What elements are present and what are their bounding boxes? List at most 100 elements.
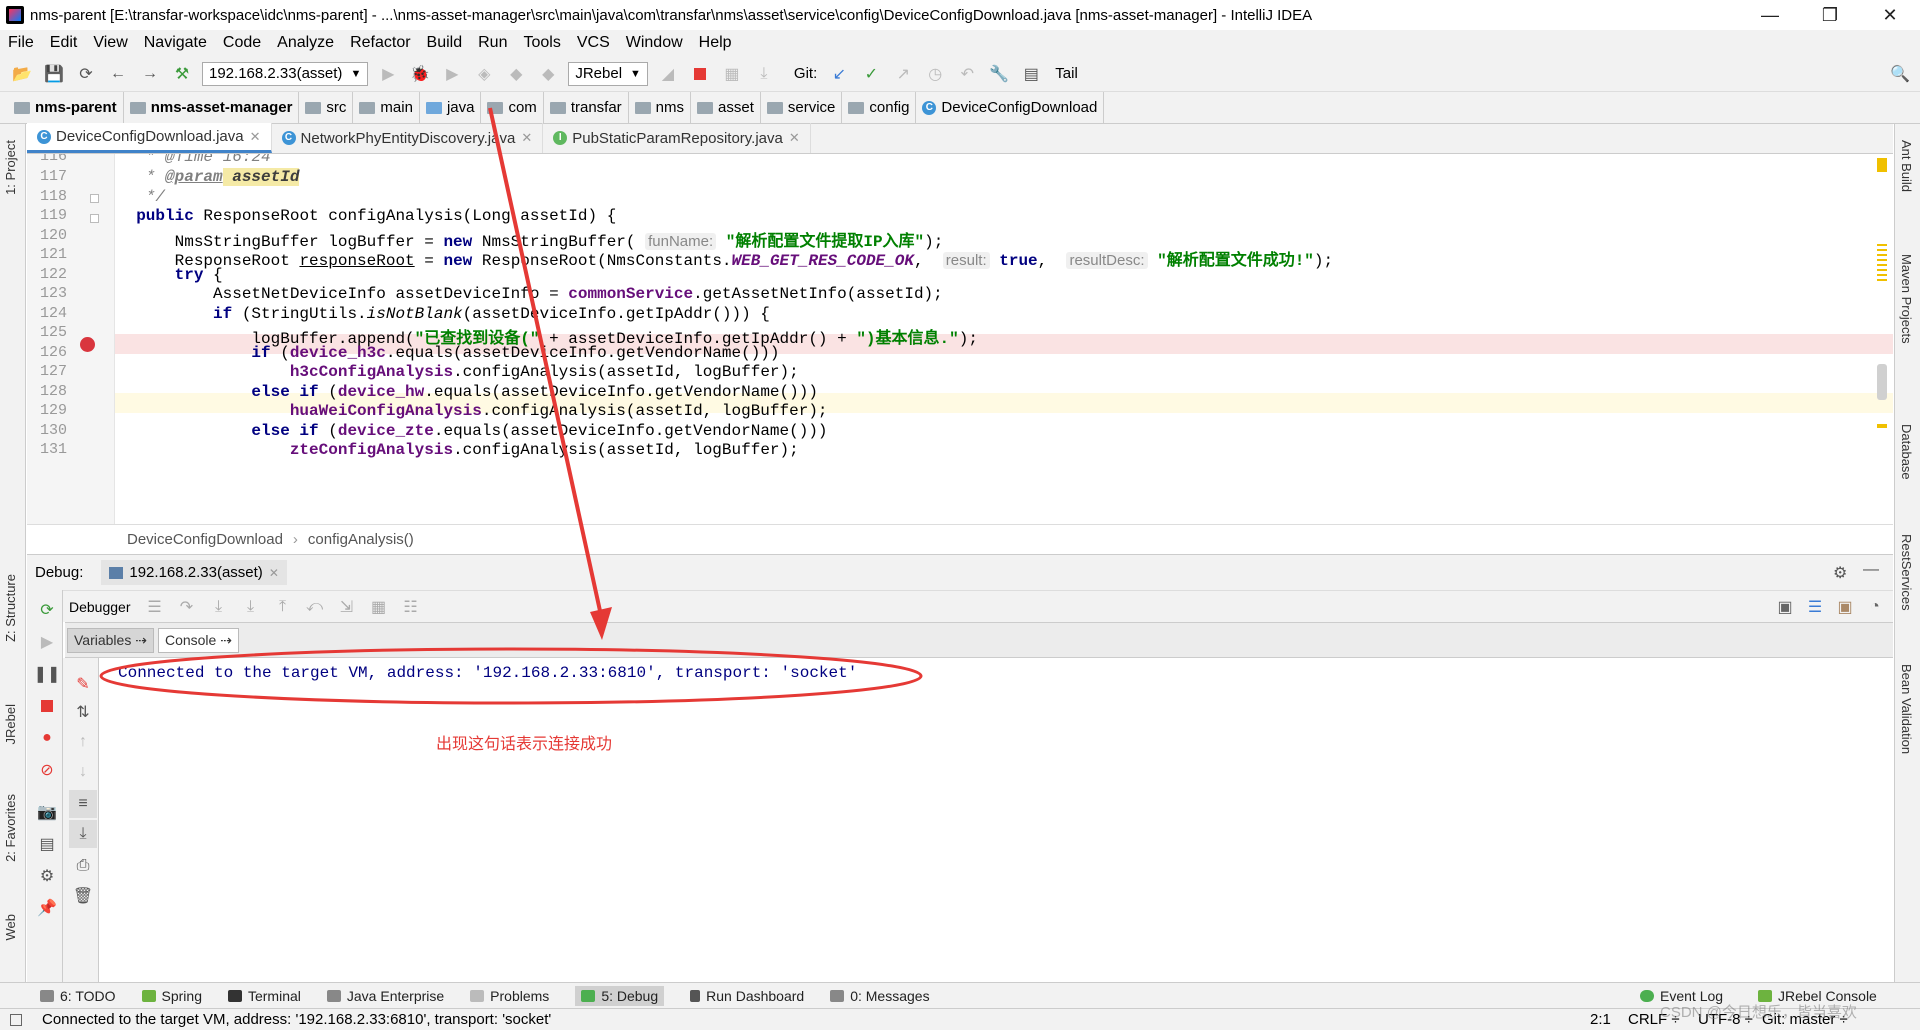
close-tab-icon[interactable]: ✕ [789, 130, 800, 146]
fold-icon[interactable] [90, 194, 99, 203]
nav-crumb-com[interactable]: com [481, 91, 544, 124]
step-into-icon[interactable]: ⤓ [205, 593, 233, 621]
download-icon[interactable]: ⤓ [750, 60, 778, 88]
run-config-select[interactable]: 192.168.2.33(asset) ▼ [202, 61, 369, 86]
menu-run[interactable]: Run [470, 34, 515, 52]
menu-vcs[interactable]: VCS [569, 34, 618, 52]
stop-icon[interactable] [686, 60, 714, 88]
variables-tab[interactable]: Variables ⇢ [67, 627, 154, 653]
menu-code[interactable]: Code [215, 34, 269, 52]
tool-terminal[interactable]: Terminal [227, 988, 301, 1004]
wrench-icon[interactable]: 🔧 [985, 60, 1013, 88]
breadcrumb-method[interactable]: configAnalysis() [308, 531, 414, 548]
drop-frame-icon[interactable]: ⤺ [301, 593, 329, 621]
debugger-tab[interactable]: Debugger [69, 599, 131, 615]
code-editor[interactable]: 116 117 118 119 120 121 122 123 124 125 … [27, 154, 1893, 524]
run-coverage-icon[interactable]: ▶ [438, 60, 466, 88]
soft-wrap-icon[interactable]: ≡ [69, 790, 97, 818]
tool-todo[interactable]: 6: TODO [40, 988, 116, 1004]
menu-analyze[interactable]: Analyze [269, 34, 342, 52]
close-tab-icon[interactable]: ✕ [250, 129, 261, 145]
pin-icon[interactable]: 📌 [33, 894, 61, 922]
menu-tools[interactable]: Tools [515, 34, 568, 52]
layout-icon[interactable]: ☰ [141, 593, 169, 621]
breadcrumb-class[interactable]: DeviceConfigDownload [127, 531, 283, 548]
nav-crumb-service[interactable]: service [761, 91, 843, 124]
tool-spring[interactable]: Spring [141, 988, 202, 1004]
back-icon[interactable]: ← [104, 60, 132, 88]
trace-icon[interactable]: ☷ [397, 593, 425, 621]
tool-debug[interactable]: 5: Debug [575, 985, 665, 1006]
tool-java-enterprise[interactable]: Java Enterprise [326, 988, 444, 1004]
git-history-icon[interactable]: ◷ [921, 60, 949, 88]
coverage-icon[interactable]: ▦ [718, 60, 746, 88]
editor-scrollbar-thumb[interactable] [1877, 364, 1887, 400]
tool-web[interactable]: Web [3, 914, 18, 941]
tool-messages[interactable]: 0: Messages [830, 988, 930, 1004]
git-commit-icon[interactable]: ✓ [857, 60, 885, 88]
tab-device-config-download[interactable]: C DeviceConfigDownload.java ✕ [27, 123, 272, 153]
pause-icon[interactable]: ❚❚ [33, 660, 61, 688]
menu-edit[interactable]: Edit [42, 34, 86, 52]
tail-button[interactable]: Tail [1055, 65, 1078, 82]
tab-network-phy-entity-discovery[interactable]: C NetworkPhyEntityDiscovery.java ✕ [272, 123, 544, 153]
tool-project[interactable]: 1: Project [3, 140, 18, 195]
open-folder-icon[interactable]: 📂 [8, 60, 36, 88]
step-over-icon[interactable]: ↷ [173, 593, 201, 621]
debug-bug-icon[interactable]: 🐞 [406, 60, 434, 88]
nav-crumb-nms[interactable]: nms [629, 91, 692, 124]
profile-icon[interactable]: ◈ [470, 60, 498, 88]
stop-icon[interactable] [33, 692, 61, 720]
up-arrow-icon[interactable]: ↑ [69, 728, 97, 756]
git-push-icon[interactable]: ↗ [889, 60, 917, 88]
tool-problems[interactable]: Problems [470, 988, 549, 1004]
layout-grid-icon[interactable]: ▤ [33, 830, 61, 858]
console-tab[interactable]: Console ⇢ [157, 627, 239, 653]
console-output[interactable]: Connected to the target VM, address: '19… [100, 658, 1894, 982]
tool-structure[interactable]: Z: Structure [3, 574, 18, 642]
forward-icon[interactable]: → [136, 60, 164, 88]
tool-run-dashboard[interactable]: Run Dashboard [690, 988, 804, 1004]
trash-icon[interactable]: 🗑 [69, 882, 97, 910]
sort-icon[interactable]: ⇅ [69, 698, 97, 726]
tool-jrebel[interactable]: JRebel [3, 704, 18, 744]
rerun-icon[interactable]: ⟳ [33, 596, 61, 624]
close-tab-icon[interactable]: ✕ [521, 130, 532, 146]
nav-crumb-nms-asset-manager[interactable]: nms-asset-manager [124, 91, 300, 124]
caret-position[interactable]: 2:1 [1590, 1011, 1611, 1028]
nav-crumb-nms-parent[interactable]: nms-parent [8, 91, 124, 124]
debug-session-tab[interactable]: 192.168.2.33(asset) ✕ [101, 560, 287, 585]
down-arrow-icon[interactable]: ↓ [69, 758, 97, 786]
minimize-button[interactable]: — [1740, 0, 1800, 30]
status-toggle-icon[interactable] [10, 1013, 22, 1026]
tool-rest-services[interactable]: RestServices [1899, 534, 1914, 611]
clear-console-icon[interactable]: ✎ [69, 670, 97, 698]
close-tab-icon[interactable]: ✕ [269, 566, 279, 580]
menu-view[interactable]: View [85, 34, 135, 52]
settings-icon[interactable]: ⚙ [33, 862, 61, 890]
nav-crumb-java[interactable]: java [420, 91, 482, 124]
close-button[interactable]: ✕ [1860, 0, 1920, 30]
tool-favorites[interactable]: 2: Favorites [3, 794, 18, 862]
menu-refactor[interactable]: Refactor [342, 34, 418, 52]
menu-window[interactable]: Window [618, 34, 691, 52]
nav-crumb-main[interactable]: main [353, 91, 420, 124]
fold-icon[interactable] [90, 214, 99, 223]
sync-icon[interactable]: ⟳ [72, 60, 100, 88]
jrebel-select[interactable]: JRebel ▼ [568, 61, 648, 86]
tool-bean-validation[interactable]: Bean Validation [1899, 664, 1914, 754]
tool-ant-build[interactable]: Ant Build [1899, 140, 1914, 192]
git-update-icon[interactable]: ↙ [825, 60, 853, 88]
attach-icon[interactable]: ◢ [654, 60, 682, 88]
search-icon[interactable]: 🔍 [1886, 60, 1914, 88]
force-step-into-icon[interactable]: ⤓ [237, 593, 265, 621]
menu-build[interactable]: Build [419, 34, 471, 52]
resume-icon[interactable]: ▶ [33, 628, 61, 656]
menu-navigate[interactable]: Navigate [136, 34, 215, 52]
gear-icon[interactable]: ⚙ [1833, 563, 1847, 583]
threads-icon[interactable]: ☰ [1801, 593, 1829, 621]
camera-icon[interactable]: 📷 [33, 798, 61, 826]
run-icon[interactable]: ▶ [374, 60, 402, 88]
evaluate-icon[interactable]: ▦ [365, 593, 393, 621]
scroll-to-end-icon[interactable]: ⤓ [69, 820, 97, 848]
